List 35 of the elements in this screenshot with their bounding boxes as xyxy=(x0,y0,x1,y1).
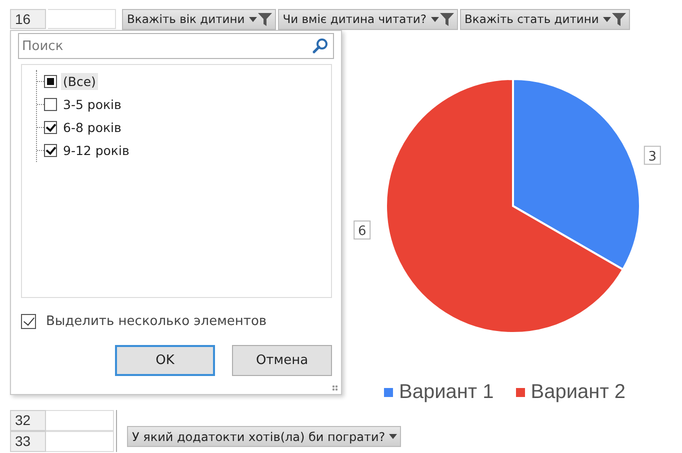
cancel-button[interactable]: Отмена xyxy=(232,345,332,376)
caret-icon xyxy=(430,16,438,22)
checkbox[interactable] xyxy=(44,121,57,134)
row-number: 33 xyxy=(10,431,46,452)
filter-button[interactable]: У який додатокти хотів(ла) би пограти? xyxy=(127,426,402,447)
checkbox[interactable] xyxy=(21,314,36,329)
search-icon xyxy=(312,38,328,54)
checkbox[interactable] xyxy=(44,144,57,157)
legend-label: Вариант 2 xyxy=(530,381,626,404)
filter-button[interactable]: Вкажіть вік дитини xyxy=(122,8,276,30)
resize-grip-icon[interactable] xyxy=(332,385,338,391)
checkbox[interactable] xyxy=(44,98,57,111)
sheet-cell xyxy=(46,431,114,452)
row-number: 16 xyxy=(10,9,46,29)
data-label: 6 xyxy=(354,220,371,240)
sheet-cell xyxy=(48,9,116,29)
legend-label: Вариант 1 xyxy=(399,381,494,404)
filter-button[interactable]: Чи вміє дитина читати? xyxy=(278,8,458,30)
caret-icon xyxy=(389,434,398,439)
search-field[interactable]: Поиск xyxy=(18,33,334,59)
data-label: 3 xyxy=(648,149,657,164)
checkbox-label: Выделить несколько элементов xyxy=(46,314,267,329)
list-item[interactable]: 9-12 років xyxy=(61,142,132,159)
list-item[interactable]: (Все) xyxy=(61,73,98,90)
ok-button[interactable]: OK xyxy=(115,345,215,376)
sheet-cell xyxy=(46,410,114,431)
data-label: 3 xyxy=(644,146,661,165)
caret-icon xyxy=(602,16,611,22)
data-label: 6 xyxy=(358,224,366,239)
list-item[interactable]: 6-8 років xyxy=(61,119,124,136)
list-item[interactable]: 3-5 років xyxy=(61,96,124,113)
filter-button[interactable]: Вкажіть стать дитини xyxy=(460,8,630,30)
caret-icon xyxy=(248,16,257,22)
row-number: 32 xyxy=(10,410,46,431)
checkbox[interactable] xyxy=(44,75,57,88)
